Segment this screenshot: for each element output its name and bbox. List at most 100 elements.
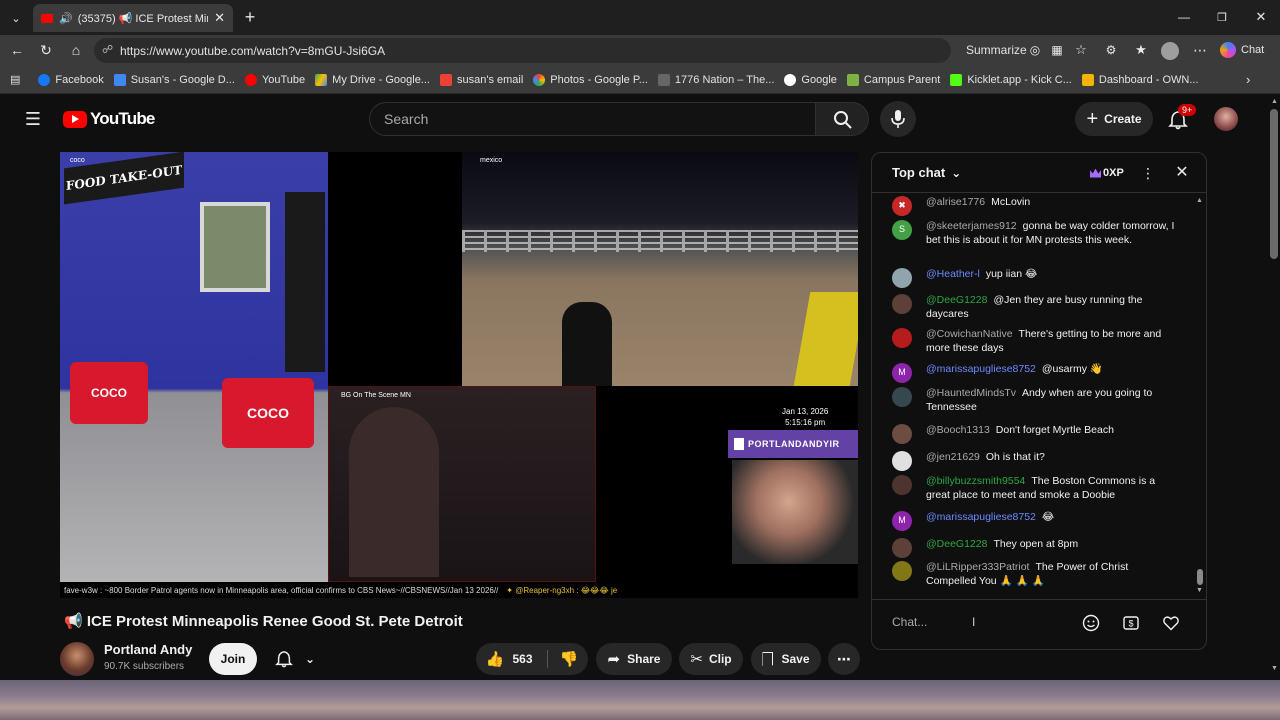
chat-author-avatar[interactable] [892,387,912,407]
browser-chat-button[interactable]: Chat [1220,39,1276,61]
favorite-star-icon[interactable]: ☆ [1073,41,1089,59]
chat-author-name[interactable]: @jen21629 [926,451,980,463]
more-actions-button[interactable]: ⋯ [828,643,860,675]
close-chat-icon[interactable]: ✕ [1172,162,1192,182]
apps-icon[interactable]: ▦ [1049,41,1065,59]
chat-author-name[interactable]: @DeeG1228 [926,538,987,550]
join-button[interactable]: Join [209,643,257,675]
tab-list-chevron-icon[interactable]: ⌄ [6,8,26,28]
chat-more-options-icon[interactable]: ⋮ [1140,163,1156,183]
chat-author-name[interactable]: @Heather-l [926,268,980,280]
scroll-thumb[interactable] [1270,109,1278,259]
favorites-icon[interactable]: ★ [1133,41,1149,59]
heart-button[interactable] [1160,612,1182,634]
stream-timestamp: Jan 13, 2026 5:15:16 pm [782,407,829,427]
search-button[interactable] [815,102,869,136]
profile-avatar[interactable] [1161,42,1179,60]
scroll-up-icon[interactable]: ▲ [1271,98,1278,105]
chat-author-avatar[interactable] [892,538,912,558]
site-info-icon[interactable]: ☍ [102,43,113,56]
summarize-label[interactable]: Summarize [966,43,1027,57]
chat-author-avatar[interactable]: M [892,511,912,531]
bookmark-campus-parent[interactable]: Campus Parent [846,73,940,86]
chat-author-avatar[interactable] [892,475,912,495]
bookmark-google-docs[interactable]: Susan's - Google D... [113,73,235,86]
page-scrollbar[interactable]: ▲ ▼ [1268,95,1280,680]
voice-search-button[interactable] [880,101,916,137]
chat-author-avatar[interactable]: S [892,220,912,240]
like-button[interactable]: 👍 563 [486,650,548,668]
restore-icon[interactable]: ❐ [1212,7,1232,27]
chat-author-name[interactable]: @HauntedMindsTv [926,387,1016,399]
minimize-icon[interactable]: — [1174,7,1194,27]
tab-actions-icon[interactable]: ▤ [10,73,20,86]
hamburger-menu-icon[interactable]: ☰ [22,109,44,129]
bookmark-dashboard[interactable]: Dashboard - OWN... [1081,73,1199,86]
chat-author-avatar[interactable] [892,424,912,444]
account-avatar[interactable] [1214,107,1238,131]
xp-points-badge[interactable]: 0XP [1084,163,1130,183]
chat-author-name[interactable]: @marissapugliese8752 [926,511,1036,523]
scroll-up-icon[interactable]: ▲ [1196,197,1203,204]
channel-name[interactable]: Portland Andy [104,642,192,657]
super-chat-button[interactable]: $ [1120,612,1142,634]
audio-playing-icon[interactable]: 🔊 [59,12,73,25]
chat-author-name[interactable]: @Booch1313 [926,424,990,436]
share-button[interactable]: ➦ Share [596,643,672,675]
copilot-summarize-icon[interactable]: ◎ [1027,41,1043,59]
chat-author-avatar[interactable] [892,328,912,348]
chat-author-name[interactable]: @billybuzzsmith9554 [926,475,1025,487]
chat-scrollbar[interactable]: ▲ ▼ [1196,197,1204,597]
chat-author-avatar[interactable] [892,268,912,288]
chat-author-name[interactable]: @DeeG1228 [926,294,987,306]
home-icon[interactable]: ⌂ [67,41,85,59]
clip-button[interactable]: ✂ Clip [679,643,743,675]
dislike-button[interactable]: 👎 [548,650,579,668]
search-input[interactable]: Search [369,102,816,136]
bookmark-facebook[interactable]: Facebook [38,73,104,86]
bookmark-kicklet[interactable]: Kicklet.app - Kick C... [950,73,1072,86]
bookmark-1776-nation[interactable]: 1776 Nation – The... [657,73,774,86]
extensions-icon[interactable]: ⚙ [1103,41,1119,59]
reload-icon[interactable]: ↻ [37,41,55,59]
chat-author-avatar[interactable]: M [892,363,912,383]
new-tab-icon[interactable]: + [240,7,260,27]
scroll-down-icon[interactable]: ▼ [1196,587,1203,594]
bookmark-my-drive[interactable]: My Drive - Google... [315,73,430,86]
close-tab-icon[interactable]: ✕ [214,10,225,26]
bookmark-youtube[interactable]: YouTube [244,73,305,86]
chat-author-name[interactable]: @CowichanNative [926,328,1013,340]
video-player[interactable]: FOOD TAKE-OUT coco COCO COCO mexico BG O… [60,152,858,598]
browser-tab[interactable]: 🔊 (35375) 📢 ICE Protest Minne ✕ [33,4,233,32]
1776-nation-icon [657,73,670,86]
chat-author-avatar[interactable] [892,561,912,581]
back-icon[interactable]: ← [8,41,26,59]
notifications-button[interactable]: 9+ [1165,104,1197,131]
youtube-logo[interactable]: YouTube [63,109,155,129]
top-chat-dropdown[interactable]: Top chat ⌄ [892,165,961,180]
url-field[interactable]: ☍ https://www.youtube.com/watch?v=8mGU-J… [94,38,1027,63]
save-button[interactable]: Save [751,643,821,675]
bookmark-google-photos[interactable]: Photos - Google P... [533,73,648,86]
chat-author-name[interactable]: @skeeterjames912 [926,220,1017,232]
bg-on-the-scene-label: BG On The Scene MN [341,392,411,399]
subscribe-notification-button[interactable]: ⌄ [265,643,325,675]
chat-author-avatar[interactable] [892,294,912,314]
streamer-cam-panel: Jan 13, 2026 5:15:16 pm PORTLANDANDYIR [596,386,858,582]
create-button[interactable]: + Create [1075,102,1153,136]
chat-input[interactable]: Chat... [892,610,1082,634]
close-window-icon[interactable]: ✕ [1251,7,1271,27]
chat-author-name[interactable]: @LiLRipper333Patriot [926,561,1029,573]
scroll-thumb[interactable] [1197,569,1203,585]
chat-author-name[interactable]: @marissapugliese8752 [926,363,1036,375]
emoji-button[interactable] [1080,612,1102,634]
chat-author-name[interactable]: @alrise1776 [926,196,985,208]
scroll-down-icon[interactable]: ▼ [1271,665,1278,672]
chat-author-avatar[interactable]: ✖ [892,196,912,216]
channel-avatar[interactable] [60,642,94,676]
bookmark-google[interactable]: Google [784,73,837,86]
browser-menu-icon[interactable]: ⋯ [1192,41,1208,59]
chat-author-avatar[interactable] [892,451,912,471]
more-bookmarks-chevron-icon[interactable]: › [1246,72,1250,87]
bookmark-email[interactable]: susan's email [439,73,523,86]
